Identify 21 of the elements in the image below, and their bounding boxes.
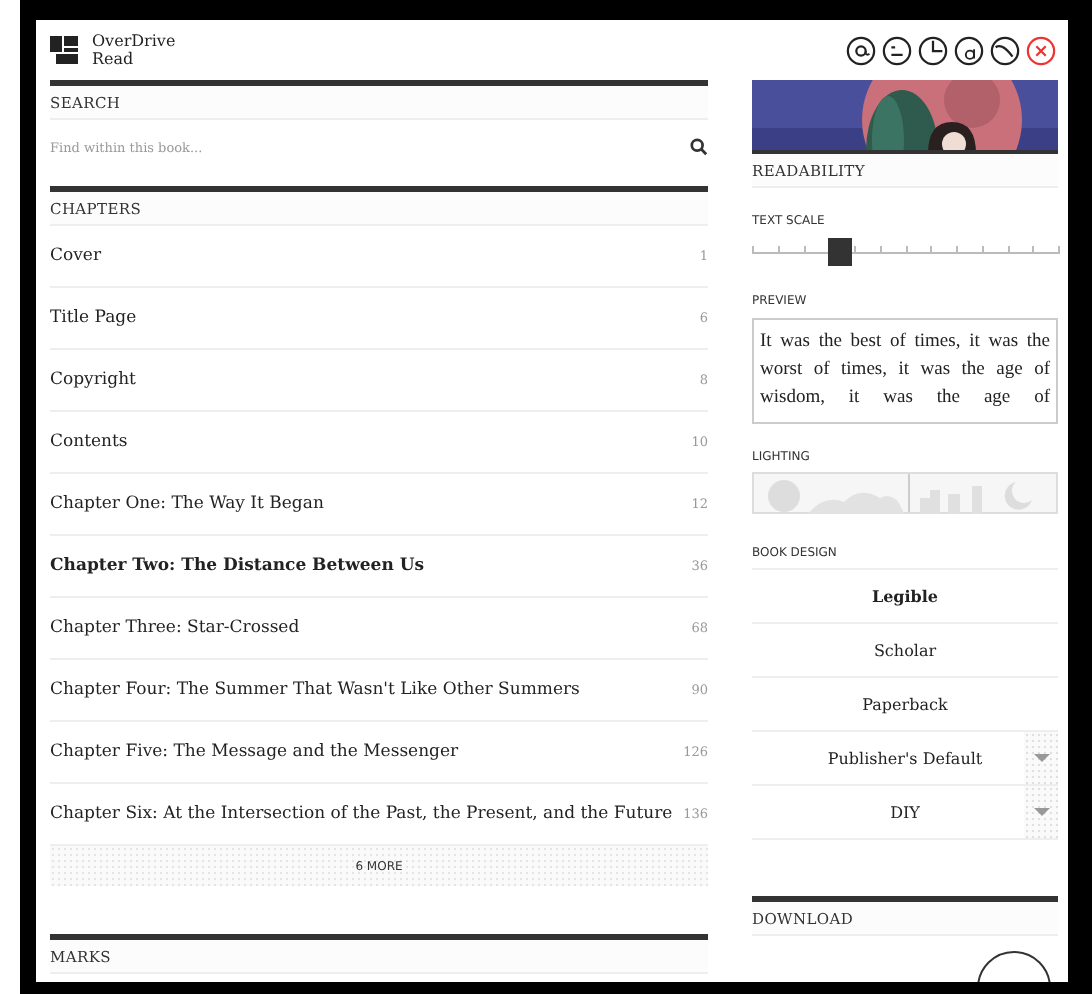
app-name: OverDrive: [92, 32, 176, 50]
slider-thumb[interactable]: [828, 238, 853, 266]
caret-icon: [1033, 754, 1049, 762]
at-sign-icon[interactable]: [846, 35, 876, 65]
clock-icon[interactable]: [918, 35, 948, 65]
text-scale-slider[interactable]: [752, 236, 1058, 268]
design-option[interactable]: DIY: [752, 786, 1058, 840]
dropdown-toggle[interactable]: [1024, 786, 1058, 838]
design-option[interactable]: Publisher's Default: [752, 732, 1058, 786]
font-icon[interactable]: [954, 35, 984, 65]
close-icon[interactable]: [1026, 35, 1056, 65]
design-option[interactable]: Scholar: [752, 624, 1058, 678]
design-option[interactable]: Paperback: [752, 678, 1058, 732]
caret-icon: [1033, 808, 1049, 816]
search-icon[interactable]: [690, 138, 708, 156]
design-option[interactable]: Legible: [752, 570, 1058, 624]
face-icon[interactable]: [882, 35, 912, 65]
logo-icon: [50, 36, 78, 64]
preview-text: It was the best of times, it was the worst of times, it was the age of wisdom, it was the age of: [760, 330, 1050, 412]
app-name-subtitle: Read: [92, 50, 136, 68]
dropdown-toggle[interactable]: [1024, 732, 1058, 784]
